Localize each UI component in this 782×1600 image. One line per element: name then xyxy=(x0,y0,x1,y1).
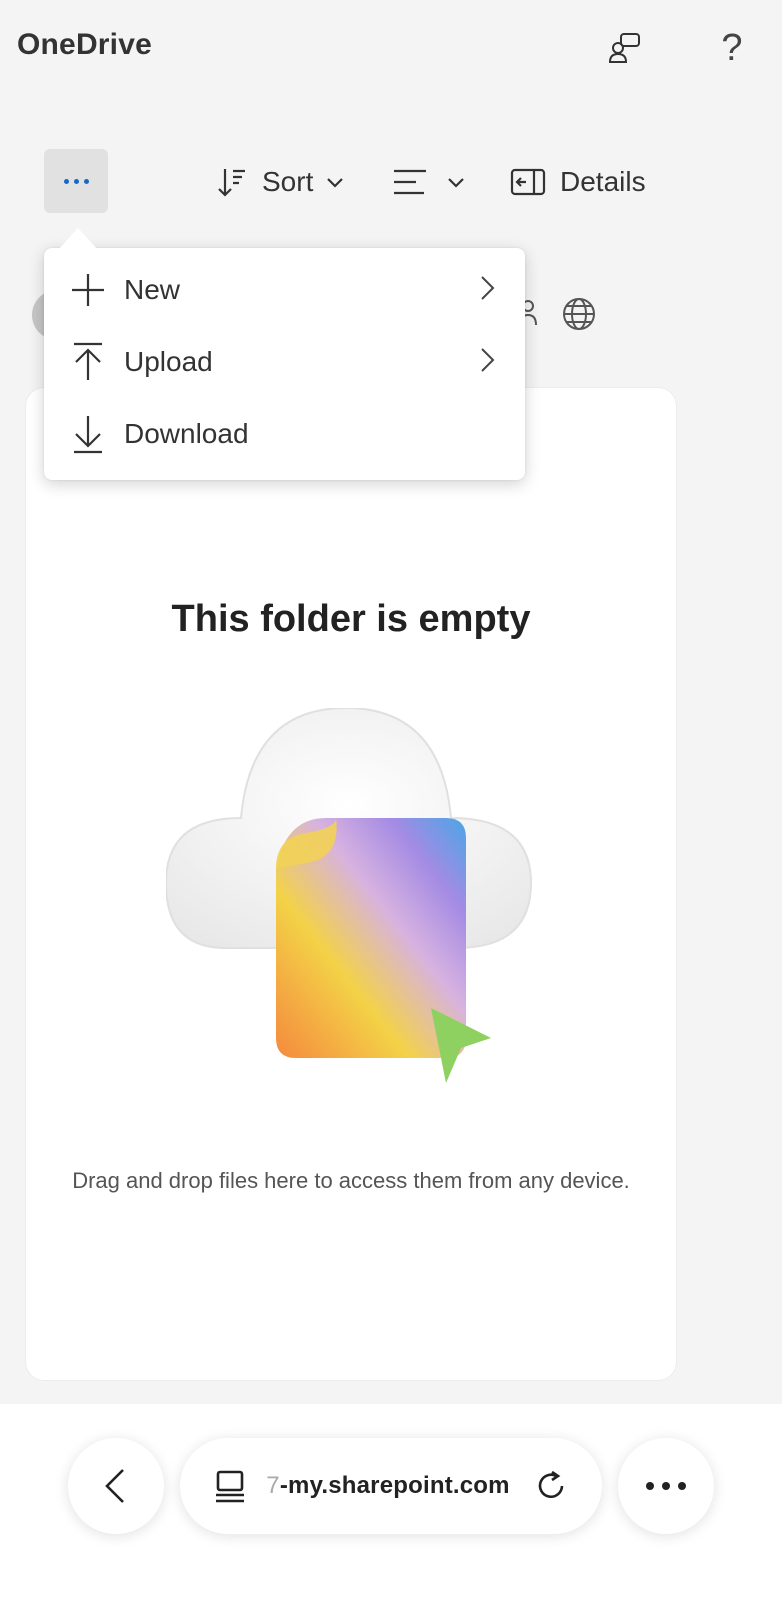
more-actions-menu: New Upload Download xyxy=(44,248,525,480)
menu-item-label: Upload xyxy=(124,346,213,377)
chevron-right-icon xyxy=(479,346,497,379)
more-actions-button[interactable] xyxy=(44,149,108,213)
ellipsis-icon xyxy=(63,178,69,184)
details-pane-icon xyxy=(510,168,546,196)
globe-icon[interactable] xyxy=(562,297,596,336)
menu-item-label: New xyxy=(124,274,181,305)
help-icon[interactable]: ? xyxy=(712,28,752,68)
menu-item-upload[interactable]: Upload xyxy=(44,326,525,398)
ellipsis-icon xyxy=(646,1482,686,1490)
download-icon xyxy=(66,412,110,456)
empty-state-description: Drag and drop files here to access them … xyxy=(72,1168,630,1193)
empty-folder-illustration xyxy=(164,706,536,1098)
url-prefix: 7 xyxy=(266,1472,280,1499)
empty-folder-card: This folder is empty Drag and drop files… xyxy=(26,388,676,1380)
browser-menu-button[interactable] xyxy=(618,1438,714,1534)
sort-button[interactable]: Sort xyxy=(216,160,347,204)
back-button[interactable] xyxy=(68,1438,164,1534)
ellipsis-dot xyxy=(73,178,79,184)
url-text: -my.sharepoint.com xyxy=(279,1472,510,1499)
address-bar[interactable]: 7 -my.sharepoint.com xyxy=(180,1438,602,1534)
app-title[interactable]: OneDrive xyxy=(17,28,152,62)
reload-icon[interactable] xyxy=(534,1468,570,1504)
details-label: Details xyxy=(560,166,646,197)
menu-item-label: Download xyxy=(124,418,249,449)
details-button[interactable]: Details xyxy=(510,160,646,204)
plus-icon xyxy=(66,268,110,312)
sort-label: Sort xyxy=(262,166,314,197)
menu-caret xyxy=(58,228,98,250)
view-options-icon xyxy=(394,169,426,195)
chevron-right-icon xyxy=(479,274,497,307)
tab-overview-icon xyxy=(216,1470,245,1503)
ellipsis-dot xyxy=(83,178,89,184)
view-options-button[interactable] xyxy=(392,160,468,204)
chevron-down-icon xyxy=(448,178,464,188)
menu-item-download[interactable]: Download xyxy=(44,398,525,470)
top-bar: OneDrive ? xyxy=(0,0,782,100)
menu-item-new[interactable]: New xyxy=(44,254,525,326)
sort-icon xyxy=(218,169,245,197)
empty-state-title: This folder is empty xyxy=(171,598,531,640)
chevron-left-icon xyxy=(105,1469,124,1503)
browser-toolbar: 7 -my.sharepoint.com xyxy=(0,1404,782,1600)
feedback-icon[interactable] xyxy=(605,28,645,68)
chevron-down-icon xyxy=(327,178,344,188)
upload-icon xyxy=(66,340,110,384)
